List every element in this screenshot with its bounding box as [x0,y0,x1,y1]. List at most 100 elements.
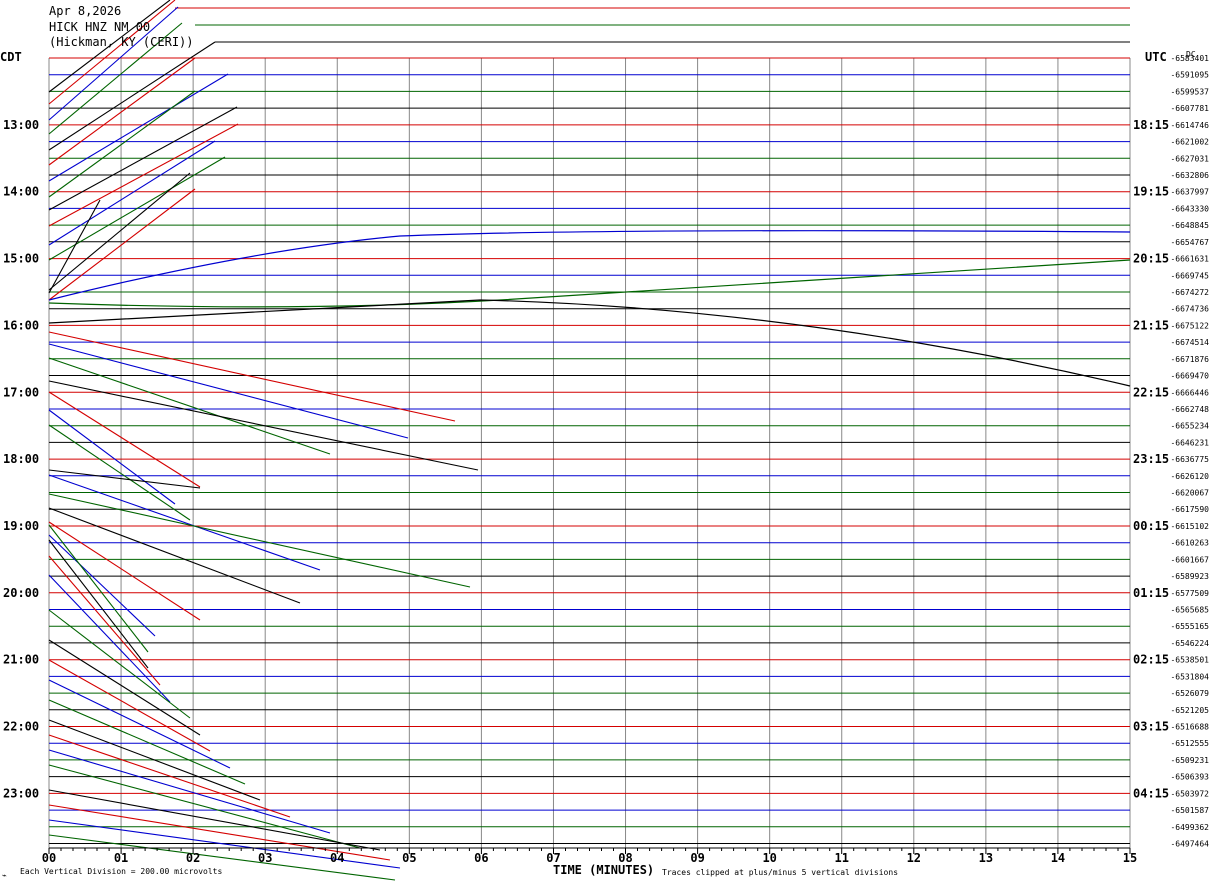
trace-signal [48,493,471,588]
trace-signal [48,90,196,198]
trace-signal [48,343,409,439]
dc-offset-labels: -6583401 -6591095 -6599537 -6607781 -6614746… [1170,54,1209,849]
trace-signal [48,734,291,818]
left-hour-labels: 13:00 14:00 15:00 16:00 17:00 18:00 19:00 20:00… [3,118,39,801]
left-hour-label: 20:00 [3,586,39,600]
vertical-gridlines [48,58,1131,848]
dc-offset-label: -6655234 [1170,422,1209,431]
right-hour-label: 01:15 [1133,586,1169,600]
dc-offset-label: -6589923 [1170,572,1209,581]
dc-offset-label: -6669745 [1170,271,1209,280]
x-tick-label: 00 [42,851,56,865]
x-tick-label: 12 [907,851,921,865]
trace-signal [48,749,331,834]
dc-offset-label: -6637997 [1170,188,1209,197]
dc-offset-label: -6620067 [1170,489,1209,498]
dc-offset-label: -6674514 [1170,338,1209,347]
dc-offset-label: -6591095 [1170,71,1209,80]
dc-offset-label: -6555165 [1170,622,1209,631]
clip-note: Traces clipped at plus/minus 5 vertical … [662,868,898,877]
trace-signal [48,699,246,785]
dc-offset-label: -6607781 [1170,104,1209,113]
left-hour-label: 14:00 [3,185,39,199]
dc-offset-label: -6583401 [1170,54,1209,63]
dc-offset-label: -6503972 [1170,789,1209,798]
x-tick-label: 10 [762,851,776,865]
dc-offset-label: -6501587 [1170,806,1209,815]
dc-offset-label: -6669470 [1170,372,1209,381]
trace-lines [48,0,1131,881]
trace-signal [48,534,156,637]
trace-signal [48,331,456,422]
dc-offset-label: -6615102 [1170,522,1209,531]
right-hour-labels: 18:15 19:15 20:15 21:15 22:15 23:15 00:15 01:15… [1133,118,1169,801]
dc-offset-label: -6610263 [1170,539,1209,548]
trace-signal [48,409,176,505]
right-hour-label: 23:15 [1133,452,1169,466]
left-hour-label: 17:00 [3,385,39,399]
helicorder-chart: Apr 8,2026 HICK HNZ NM 00 (Hickman, KY (… [0,0,1209,881]
trace-signal [48,659,211,752]
dc-offset-label: -6632806 [1170,171,1209,180]
trace-signal [48,188,196,301]
dc-offset-label: -6654767 [1170,238,1209,247]
dc-offset-label: -6643330 [1170,204,1209,213]
dc-offset-label: -6538501 [1170,656,1209,665]
chart-date: Apr 8,2026 [49,4,121,18]
x-tick-label: 11 [835,851,849,865]
right-hour-label: 21:15 [1133,318,1169,332]
left-timezone: CDT [0,50,22,64]
right-hour-label: 00:15 [1133,519,1169,533]
x-tick-label: 13 [979,851,993,865]
dc-offset-label: -6636775 [1170,455,1209,464]
dc-offset-label: -6617590 [1170,505,1209,514]
trace-signal [48,524,149,653]
dc-offset-label: -6621002 [1170,138,1209,147]
dc-offset-label: -6521205 [1170,706,1209,715]
right-hour-label: 20:15 [1133,252,1169,266]
trace-signal [48,57,196,166]
trace-signal [48,574,171,703]
dc-offset-label: -6565685 [1170,606,1209,615]
dc-offset-label: -6506393 [1170,773,1209,782]
right-hour-label: 02:15 [1133,653,1169,667]
left-hour-label: 18:00 [3,452,39,466]
x-tick-label: 03 [258,851,272,865]
dc-offset-label: -6646231 [1170,438,1209,447]
x-tick-label: 14 [1051,851,1065,865]
dc-offset-label: -6526079 [1170,689,1209,698]
dc-offset-label: -6601667 [1170,555,1209,564]
trace-signal [48,474,321,571]
right-hour-label: 22:15 [1133,385,1169,399]
dc-offset-label: -6497464 [1170,840,1209,849]
station-location: (Hickman, KY (CERI)) [49,35,194,49]
dc-offset-label: -6674272 [1170,288,1209,297]
dc-offset-label: -6509231 [1170,756,1209,765]
left-hour-label: 23:00 [3,786,39,800]
trace-signal [48,230,1131,301]
station-name: HICK HNZ NM 00 [49,20,150,34]
dc-offset-label: -6627031 [1170,154,1209,163]
x-tick-label: 05 [402,851,416,865]
dc-offset-label: -6577509 [1170,589,1209,598]
dc-offset-label: -6599537 [1170,87,1209,96]
trace-signal [48,764,361,849]
x-tick-label: 09 [690,851,704,865]
left-hour-label: 22:00 [3,720,39,734]
trace-signal [48,299,1131,387]
corner-mark: ⌁ [2,871,7,880]
left-hour-label: 15:00 [3,252,39,266]
dc-offset-label: -6662748 [1170,405,1209,414]
x-tick-label: 01 [114,851,128,865]
left-hour-label: 16:00 [3,318,39,332]
dc-offset-label: -6674736 [1170,305,1209,314]
trace-signal [48,259,1131,308]
x-axis-label: TIME (MINUTES) [553,863,654,877]
dc-offset-label: -6499362 [1170,823,1209,832]
right-hour-label: 04:15 [1133,786,1169,800]
right-hour-label: 19:15 [1133,185,1169,199]
dc-offset-label: -6671876 [1170,355,1209,364]
x-tick-label: 15 [1123,851,1137,865]
x-tick-label: 02 [186,851,200,865]
right-timezone: UTC [1145,50,1167,64]
